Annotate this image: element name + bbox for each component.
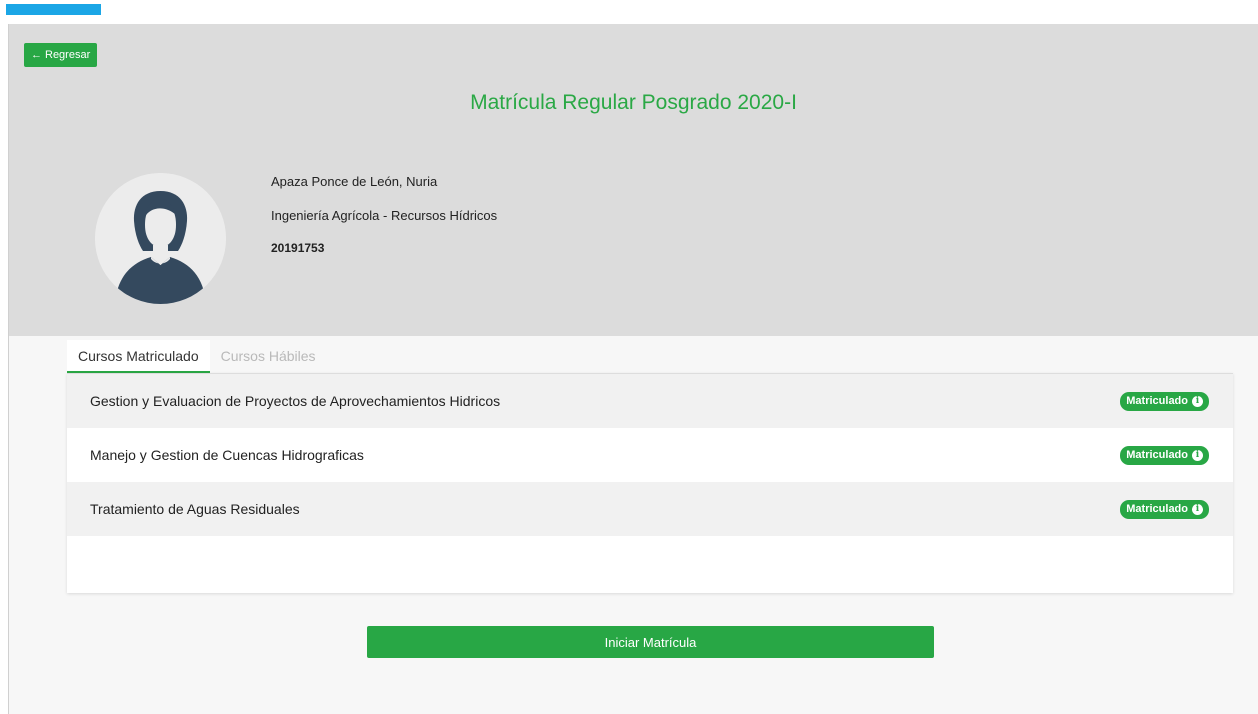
status-badge-label: Matriculado <box>1126 502 1188 515</box>
tab-cursos-habiles[interactable]: Cursos Hábiles <box>210 340 327 373</box>
tab-bar: Cursos Matriculado Cursos Hábiles <box>67 340 327 373</box>
course-list: Gestion y Evaluacion de Proyectos de Apr… <box>67 373 1233 593</box>
start-enrollment-button[interactable]: Iniciar Matrícula <box>367 626 934 658</box>
course-row: Manejo y Gestion de Cuencas Hidrografica… <box>67 428 1233 482</box>
status-badge[interactable]: Matriculado i <box>1120 499 1209 519</box>
top-accent-bar <box>6 4 101 15</box>
status-badge-label: Matriculado <box>1126 394 1188 407</box>
back-button-label: Regresar <box>45 49 91 61</box>
status-badge-label: Matriculado <box>1126 448 1188 461</box>
status-badge[interactable]: Matriculado i <box>1120 445 1209 465</box>
info-icon: i <box>1192 449 1203 461</box>
course-name: Gestion y Evaluacion de Proyectos de Apr… <box>90 393 501 409</box>
back-button[interactable]: ← Regresar <box>24 43 98 67</box>
status-badge[interactable]: Matriculado i <box>1120 391 1209 411</box>
info-icon: i <box>1192 395 1203 407</box>
student-program: Ingeniería Agrícola - Recursos Hídricos <box>271 208 498 223</box>
course-name: Manejo y Gestion de Cuencas Hidrografica… <box>90 447 364 463</box>
header-panel: ← Regresar Matrícula Regular Posgrado 20… <box>9 24 1258 336</box>
info-icon: i <box>1192 503 1203 515</box>
arrow-left-icon: ← <box>31 49 42 61</box>
tab-cursos-matriculado[interactable]: Cursos Matriculado <box>67 340 210 373</box>
user-avatar-icon <box>95 173 226 304</box>
student-code: 20191753 <box>271 241 325 255</box>
course-name: Tratamiento de Aguas Residuales <box>90 501 300 517</box>
course-row: Gestion y Evaluacion de Proyectos de Apr… <box>67 374 1233 428</box>
page-title: Matrícula Regular Posgrado 2020-I <box>470 91 797 114</box>
course-row: Tratamiento de Aguas Residuales Matricul… <box>67 482 1233 536</box>
main-frame: ← Regresar Matrícula Regular Posgrado 20… <box>8 24 1258 714</box>
student-name: Apaza Ponce de León, Nuria <box>271 174 438 189</box>
